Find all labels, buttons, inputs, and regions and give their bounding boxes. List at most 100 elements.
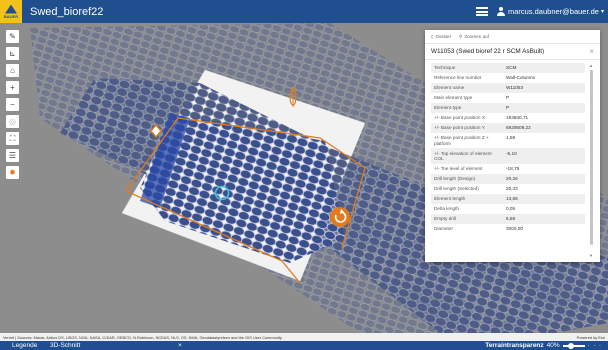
measure-button[interactable]: ⊾ xyxy=(6,47,19,60)
logo-text: BAUER xyxy=(3,13,19,19)
attribute-value: P xyxy=(506,95,510,101)
zoom-in-icon: + xyxy=(10,82,15,92)
attribute-value: 6929509,22 xyxy=(503,122,585,133)
attribute-key: Reference line number xyxy=(434,75,482,81)
attribute-key: Main element type xyxy=(434,95,473,101)
measure-icon: ⊾ xyxy=(9,48,16,58)
attribute-row: Main element type P xyxy=(431,93,585,103)
basemap-button[interactable]: ✹ xyxy=(6,166,19,179)
attribute-key: Drill length (Selected) xyxy=(434,186,479,192)
dock-label: Dossier xyxy=(435,34,452,39)
compass-icon: ◎ xyxy=(9,116,16,126)
attribute-row: Delta length 0,05 xyxy=(431,204,585,214)
attribute-value: -18,75 xyxy=(506,166,520,172)
close-icon[interactable]: × xyxy=(589,47,594,56)
attribute-row: +/- Base point position Z + platform 1,58 xyxy=(431,133,585,149)
magnifier-icon: ⚲ xyxy=(459,33,463,39)
attribution-text: Vermit | Sources: Maxar, Airbus DS, USGS… xyxy=(3,334,282,340)
terrain-value: 40% xyxy=(546,342,560,349)
powered-by-link[interactable]: Powered by Esri xyxy=(577,335,605,340)
zoom-out-button[interactable]: − xyxy=(6,98,19,111)
attribute-row: +/- Toe level of element -18,75 xyxy=(431,164,585,174)
rotate-handle-icon[interactable] xyxy=(330,207,350,227)
attribute-value: Wall-Columns xyxy=(506,75,535,81)
attribute-table-container[interactable]: Technique SCM Reference line number Wall-Co… xyxy=(431,63,594,258)
attribute-row: +/- Base point position Y 6929509,22 xyxy=(431,122,585,133)
fullscreen-icon: ⛶ xyxy=(9,133,16,143)
layers-button[interactable]: ☰ xyxy=(6,149,19,162)
user-menu[interactable]: marcus.daubner@bauer.de ▾ xyxy=(496,7,604,16)
attribute-value: 6,68 xyxy=(503,213,585,224)
basemap-icon: ✹ xyxy=(9,167,16,177)
home-button[interactable]: ⌂ xyxy=(6,64,19,77)
scroll-up-icon[interactable]: ▲ xyxy=(589,63,593,68)
chevron-down-icon: ▾ xyxy=(600,9,604,15)
user-icon xyxy=(496,7,505,16)
attribute-table: Technique SCM Reference line number Wall-Co… xyxy=(431,63,585,234)
attribute-row: Element name W11053 xyxy=(431,82,585,93)
attribute-row: Drill length (Design) 20,26 xyxy=(431,173,585,184)
attribute-row: Element type P xyxy=(431,102,585,113)
close-section-icon[interactable]: × xyxy=(178,342,198,349)
layers-icon: ☰ xyxy=(8,150,17,160)
feature-popup: ▯ Dossier ⚲ Zoomen auf W11053 (Swed bioref… xyxy=(425,30,600,262)
attribute-key: +/- Base point position X xyxy=(434,115,485,121)
attribute-value: 20,26 xyxy=(503,173,585,184)
bottom-bar: Legende 3D-Schnitt × Terraintransparenz … xyxy=(0,341,608,350)
attribute-value: 20,33 xyxy=(506,186,518,192)
slider-knob[interactable] xyxy=(568,342,575,349)
attribute-row: Drill length (Selected) 20,33 xyxy=(431,184,585,194)
attribute-key: Element length xyxy=(431,193,503,204)
app-title: Swed_bioref22 xyxy=(30,5,104,18)
attribute-row: Element length 13,65 xyxy=(431,193,585,204)
attribute-value: 153840,71 xyxy=(506,115,529,121)
app-window: BAUER Swed_bioref22 marcus.daubner@bauer… xyxy=(0,0,608,350)
attribute-row: Technique SCM xyxy=(431,63,585,73)
attribute-value: 3000,00 xyxy=(506,225,523,231)
map-toolbar: ✎ ⊾ ⌂ + − ◎ ⛶ ☰ ✹ xyxy=(6,30,19,179)
attribute-key: Technique xyxy=(431,63,503,73)
home-icon: ⌂ xyxy=(10,65,15,75)
bauer-logo: BAUER xyxy=(0,0,22,23)
scroll-down-icon[interactable]: ▼ xyxy=(589,253,593,258)
attribution-bar: Vermit | Sources: Maxar, Airbus DS, USGS… xyxy=(0,333,608,341)
menu-icon[interactable] xyxy=(475,7,488,16)
attribute-key: Drill length (Design) xyxy=(431,173,503,184)
attribute-key: +/- Base point position Y xyxy=(431,122,503,133)
compass-button[interactable]: ◎ xyxy=(6,115,19,128)
popup-toolbar: ▯ Dossier ⚲ Zoomen auf xyxy=(425,30,600,44)
popup-scrollbar[interactable]: ▲ ▼ xyxy=(589,63,594,258)
user-name: marcus.daubner@bauer.de xyxy=(507,7,599,16)
logo-mark-icon xyxy=(5,4,17,14)
attribute-value: 13,65 xyxy=(503,193,585,204)
attribute-value: W11053 xyxy=(503,82,585,93)
attribute-row: Reference line number Wall-Columns xyxy=(431,73,585,83)
zoom-in-button[interactable]: + xyxy=(6,81,19,94)
attribute-key: Element name xyxy=(431,82,503,93)
zoom-to-action[interactable]: ⚲ Zoomen auf xyxy=(459,34,489,40)
popup-title: W11053 (Swed bioref 22 r SCM AsBuilt) xyxy=(431,48,545,55)
attribute-row: +/- Base point position X 153840,71 xyxy=(431,113,585,123)
attribute-value: P xyxy=(503,102,585,113)
attribute-key: Diameter xyxy=(434,225,454,231)
scrollbar-thumb[interactable] xyxy=(590,70,593,245)
dock-action[interactable]: ▯ Dossier xyxy=(431,34,451,40)
fullscreen-button[interactable]: ⛶ xyxy=(6,132,19,145)
attribute-value: -5,10 xyxy=(503,148,585,164)
legend-tab[interactable]: Legende xyxy=(0,342,50,349)
terrain-slider[interactable] xyxy=(562,342,585,349)
attribute-key: +/- Toe level of element xyxy=(434,166,483,172)
edit-button[interactable]: ✎ xyxy=(6,30,19,43)
more-icon[interactable]: · · · xyxy=(588,343,602,349)
attribute-key: Delta length xyxy=(434,205,460,211)
attribute-value: 0,05 xyxy=(506,205,516,211)
dock-icon: ▯ xyxy=(431,33,434,39)
attribute-key: +/- Top elevation of element COL xyxy=(431,148,503,164)
section-tab[interactable]: 3D-Schnitt xyxy=(50,342,178,349)
attribute-row: Diameter 3000,00 xyxy=(431,224,585,234)
popup-header: W11053 (Swed bioref 22 r SCM AsBuilt) × xyxy=(425,44,600,60)
attribute-value: 1,58 xyxy=(506,134,516,140)
attribute-key: +/- Base point position Z + platform xyxy=(434,134,489,146)
terrain-transparency: Terraintransparenz 40% · · · xyxy=(485,342,608,349)
attribute-value: SCM xyxy=(503,63,585,73)
